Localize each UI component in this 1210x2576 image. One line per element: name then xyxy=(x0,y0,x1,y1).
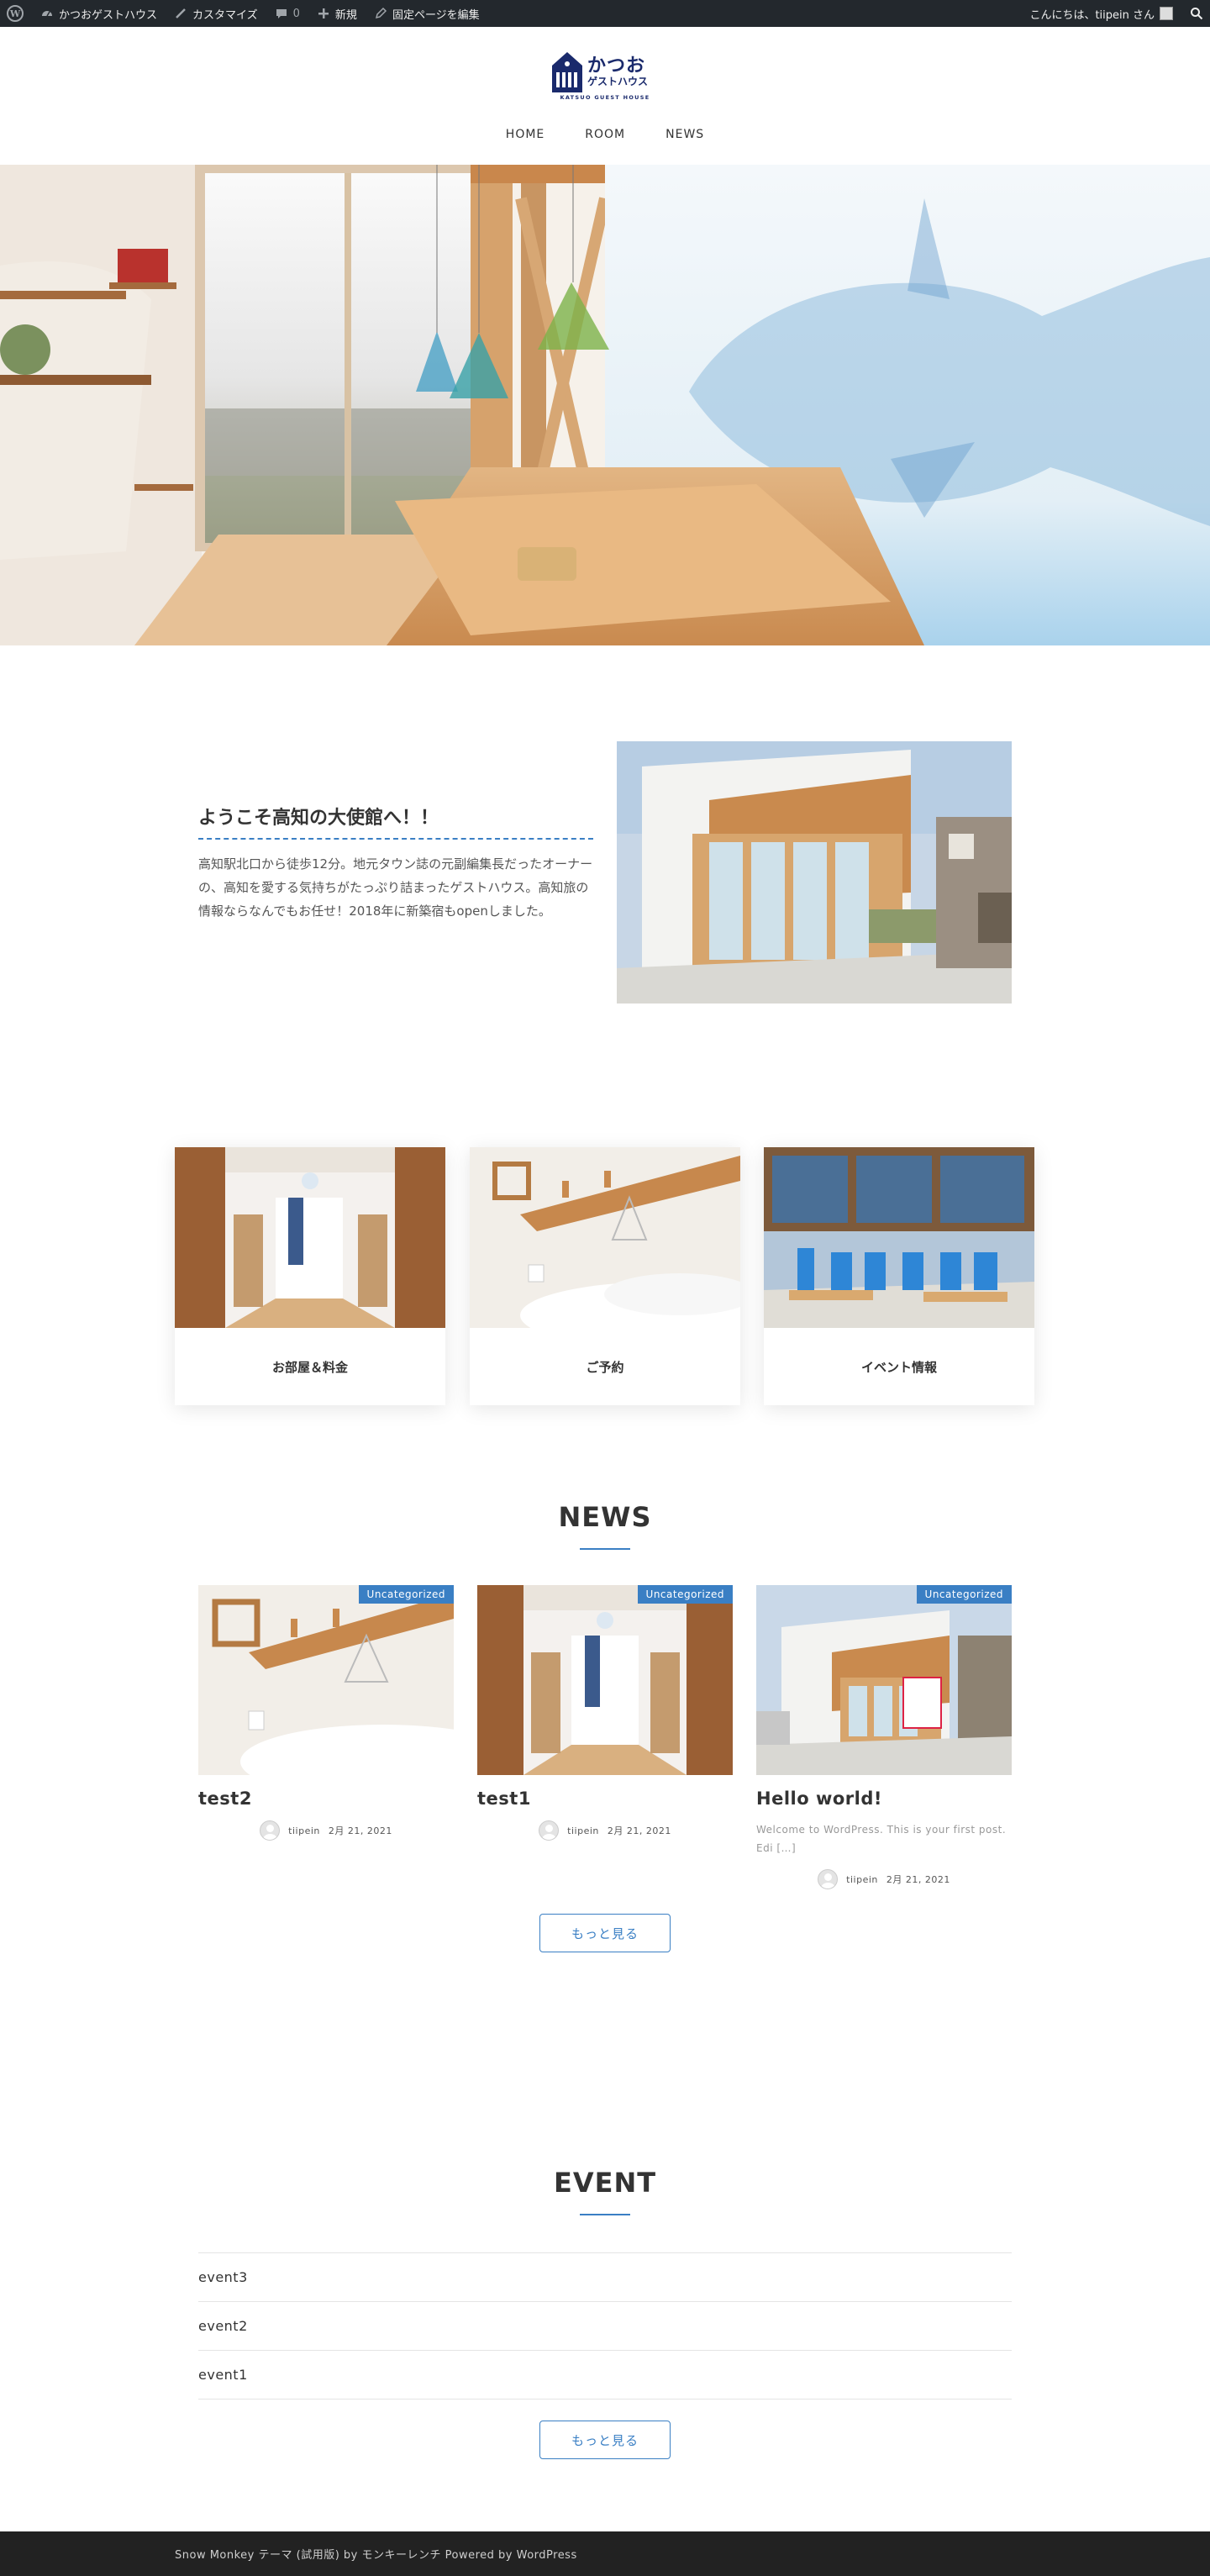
news-meta: tiipein 2月 21, 2021 xyxy=(477,1820,733,1841)
news-author: tiipein xyxy=(288,1825,320,1836)
category-badge[interactable]: Uncategorized xyxy=(637,1585,733,1604)
site-footer: Snow Monkey テーマ (試用版) by モンキーレンチ Powered… xyxy=(0,2531,1210,2576)
news-title[interactable]: test1 xyxy=(477,1788,733,1809)
author-avatar xyxy=(539,1820,560,1841)
exterior-illustration xyxy=(617,741,1012,1004)
news-author: tiipein xyxy=(846,1873,878,1885)
admin-customize[interactable]: カスタマイズ xyxy=(174,6,258,22)
admin-comments-count: 0 xyxy=(292,7,300,20)
admin-account[interactable]: こんにちは、tiipein さん xyxy=(1029,6,1173,22)
card-rooms[interactable]: お部屋＆料金 xyxy=(175,1147,445,1405)
event-title-underline xyxy=(580,2214,630,2215)
admin-comments[interactable]: 0 xyxy=(275,7,300,20)
news-thumbnail[interactable]: Uncategorized xyxy=(756,1585,1012,1775)
event-item[interactable]: event3 xyxy=(198,2253,1012,2302)
card-reservation-image xyxy=(470,1147,740,1328)
card-reservation-label: ご予約 xyxy=(586,1359,624,1375)
admin-site-name[interactable]: かつおゲストハウス xyxy=(40,6,157,22)
news-thumbnail[interactable]: Uncategorized xyxy=(198,1585,454,1775)
admin-bar: W かつおゲストハウス カスタマイズ 0 新規 固定ページを編集 こんにちは、t… xyxy=(0,0,1210,27)
card-events[interactable]: イベント情報 xyxy=(764,1147,1034,1405)
news-more-button[interactable]: もっと見る xyxy=(539,1914,671,1952)
card-events-label: イベント情報 xyxy=(860,1359,937,1375)
pencil-icon xyxy=(375,7,387,19)
admin-new[interactable]: 新規 xyxy=(317,6,357,22)
news-meta: tiipein 2月 21, 2021 xyxy=(198,1820,454,1841)
author-avatar xyxy=(818,1869,839,1889)
event-item[interactable]: event1 xyxy=(198,2351,1012,2400)
news-thumbnail[interactable]: Uncategorized xyxy=(477,1585,733,1775)
logo-english: KATSUO GUEST HOUSE xyxy=(560,94,650,101)
brush-icon xyxy=(176,8,186,18)
news-title[interactable]: Hello world! xyxy=(756,1788,1012,1809)
news-meta: tiipein 2月 21, 2021 xyxy=(756,1869,1012,1889)
admin-bar-left: W かつおゲストハウス カスタマイズ 0 新規 固定ページを編集 xyxy=(7,5,480,22)
admin-search[interactable] xyxy=(1190,7,1203,20)
guesthouse-exterior-photo xyxy=(617,741,1012,1004)
news-author: tiipein xyxy=(567,1825,599,1836)
plus-icon xyxy=(318,8,329,18)
welcome-title: ようこそ高知の大使館へ！！ xyxy=(198,803,593,840)
event-more-button[interactable]: もっと見る xyxy=(539,2421,671,2459)
nav-news[interactable]: NEWS xyxy=(666,128,704,141)
admin-new-label: 新規 xyxy=(334,8,357,22)
card-events-image xyxy=(764,1147,1034,1328)
logo-subtitle: ゲストハウス xyxy=(587,76,649,87)
news-excerpt: Welcome to WordPress. This is your first… xyxy=(756,1824,1007,1854)
dashboard-icon xyxy=(42,11,52,17)
comment-icon xyxy=(276,9,287,18)
hero-interior-illustration xyxy=(0,165,1210,645)
wordpress-menu[interactable]: W xyxy=(7,5,24,22)
category-badge[interactable]: Uncategorized xyxy=(358,1585,454,1604)
admin-edit-page-label: 固定ページを編集 xyxy=(392,8,480,22)
card-rooms-image xyxy=(175,1147,445,1328)
event-list: event3 event2 event1 xyxy=(198,2252,1012,2400)
news-date: 2月 21, 2021 xyxy=(328,1825,392,1836)
site-logo[interactable]: かつお ゲストハウス KATSUO GUEST HOUSE xyxy=(550,47,660,103)
nav-room[interactable]: ROOM xyxy=(585,128,625,141)
admin-edit-page[interactable]: 固定ページを編集 xyxy=(374,6,480,22)
global-nav: HOME ROOM NEWS xyxy=(0,128,1210,141)
admin-site-name-label: かつおゲストハウス xyxy=(59,8,158,22)
admin-greeting: こんにちは、tiipein さん xyxy=(1029,8,1155,22)
admin-customize-label: カスタマイズ xyxy=(192,8,258,22)
card-rooms-label: お部屋＆料金 xyxy=(271,1359,348,1375)
nav-home[interactable]: HOME xyxy=(506,128,544,141)
author-avatar xyxy=(260,1820,281,1841)
news-date: 2月 21, 2021 xyxy=(607,1825,671,1836)
news-section-title: NEWS xyxy=(558,1501,652,1533)
news-item[interactable]: Uncategorized test2 tiipein 2月 21, 2021 xyxy=(198,1585,454,1841)
category-badge[interactable]: Uncategorized xyxy=(916,1585,1012,1604)
event-section-title: EVENT xyxy=(553,2167,657,2199)
admin-bar-right: こんにちは、tiipein さん xyxy=(1029,6,1203,22)
news-title-underline xyxy=(580,1548,630,1550)
news-date: 2月 21, 2021 xyxy=(886,1874,950,1885)
user-avatar xyxy=(1160,7,1173,20)
welcome-text: 高知駅北口から徒歩12分。地元タウン誌の元副編集長だったオーナーの、高知を愛する… xyxy=(198,856,593,919)
news-item[interactable]: Uncategorized Hello world! Welcome to Wo… xyxy=(756,1585,1012,1889)
house-logo-icon xyxy=(552,52,582,92)
news-item[interactable]: Uncategorized test1 tiipein 2月 21, 2021 xyxy=(477,1585,733,1841)
search-icon xyxy=(1191,8,1203,20)
news-title[interactable]: test2 xyxy=(198,1788,454,1809)
hero-image xyxy=(0,165,1210,645)
footer-credit: Snow Monkey テーマ (試用版) by モンキーレンチ Powered… xyxy=(175,2549,577,2562)
event-item[interactable]: event2 xyxy=(198,2302,1012,2351)
wordpress-icon: W xyxy=(7,5,24,22)
site-header: かつお ゲストハウス KATSUO GUEST HOUSE HOME ROOM … xyxy=(0,27,1210,165)
card-reservation[interactable]: ご予約 xyxy=(470,1147,740,1405)
